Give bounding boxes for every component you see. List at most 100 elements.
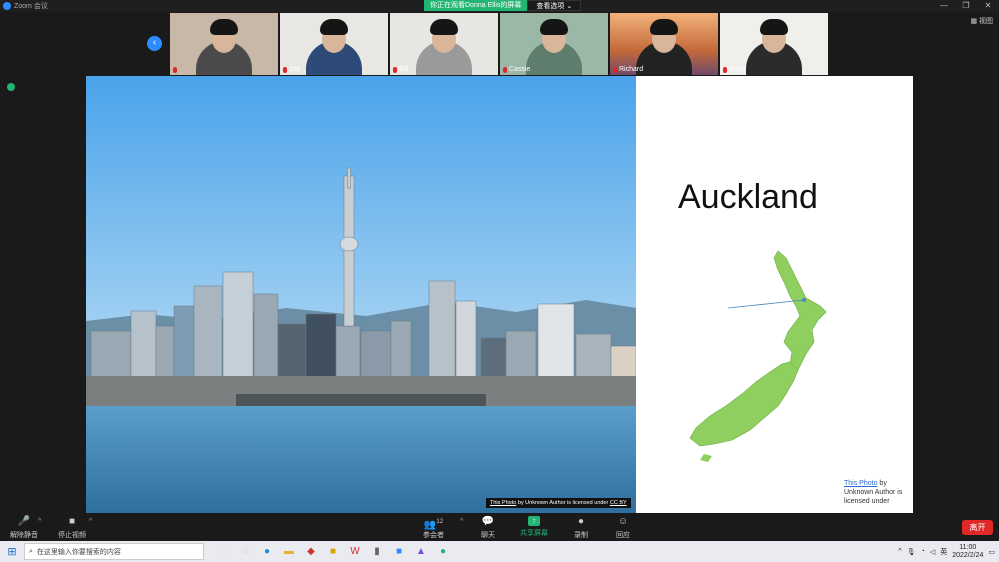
- share-screen-button[interactable]: ↑ 共享屏幕: [520, 516, 548, 538]
- view-button[interactable]: ▦ 视图: [970, 16, 993, 26]
- cortana-icon[interactable]: ○: [212, 543, 234, 560]
- audio-options-caret-icon[interactable]: ^: [38, 518, 41, 525]
- windows-taskbar: ⊞ ⌕ 在这里输入你要搜索的内容 ○ ⧉ ● ▬ ◆ ■ W ▮ ■ ▲ ● ^…: [0, 541, 999, 562]
- participant-tile[interactable]: [170, 13, 278, 75]
- chat-button[interactable]: 💬 聊天: [481, 516, 495, 540]
- unmute-label: 解除静音: [10, 532, 38, 539]
- zoom-app-icon[interactable]: ■: [388, 543, 410, 560]
- participant-tile[interactable]: Joe: [280, 13, 388, 75]
- system-tray: ^ 🎙 ◔ ◁ 英 11:00 2022/2/24 ▭: [898, 541, 995, 562]
- south-island: [689, 361, 799, 447]
- participant-hair: [320, 19, 348, 35]
- sea: [86, 406, 636, 513]
- auckland-pointer: [727, 299, 805, 309]
- task-view-icon[interactable]: ⧉: [234, 543, 256, 560]
- wechat-icon[interactable]: ●: [432, 543, 454, 560]
- participants-label: 参会者: [423, 532, 444, 539]
- sticky-notes-icon[interactable]: ■: [322, 543, 344, 560]
- north-island: [773, 250, 827, 375]
- stop-video-label: 停止视频: [58, 532, 86, 539]
- muted-mic-icon: [393, 66, 397, 73]
- video-camera-icon: ■: [68, 516, 76, 527]
- network-icon[interactable]: ◔: [921, 548, 925, 555]
- participant-hair: [430, 19, 458, 35]
- map-credit: This Photo by Unknown Author is licensed…: [844, 479, 904, 506]
- edge-browser-icon[interactable]: ●: [256, 543, 278, 560]
- volume-icon[interactable]: ◁: [930, 548, 935, 556]
- reactions-button[interactable]: ☺ 回应: [616, 516, 630, 540]
- photo-credit-text: by Unknown Author is licensed under: [516, 500, 610, 506]
- wps-office-icon[interactable]: W: [344, 543, 366, 560]
- taskbar-clock[interactable]: 11:00 2022/2/24: [952, 544, 983, 560]
- muted-microphone-icon: 🎤: [17, 516, 31, 527]
- input-method-indicator[interactable]: 英: [940, 547, 947, 557]
- microphone-app-icon[interactable]: ▮: [366, 543, 388, 560]
- new-zealand-map: [689, 250, 827, 462]
- port: [236, 394, 486, 406]
- record-label: 录制: [574, 532, 588, 539]
- participant-hair: [210, 19, 238, 35]
- maximize-button[interactable]: ❐: [955, 0, 977, 12]
- viewing-screen-label: 你正在观看Donna Ellis的屏幕: [424, 0, 528, 11]
- minimize-button[interactable]: —: [933, 0, 955, 12]
- participants-button[interactable]: 👥12 参会者: [423, 516, 444, 540]
- security-shield-icon[interactable]: [7, 83, 15, 91]
- participant-name: Richard: [613, 66, 643, 73]
- tray-expand-icon[interactable]: ^: [898, 548, 901, 555]
- participant-tile[interactable]: Barry: [720, 13, 828, 75]
- taskbar-search-box[interactable]: ⌕ 在这里输入你要搜索的内容: [24, 543, 204, 560]
- zoom-logo-icon: [3, 2, 11, 10]
- windows-start-icon[interactable]: ⊞: [0, 545, 24, 558]
- participant-name: Joe: [283, 66, 300, 73]
- photo-credit-link[interactable]: This Photo: [490, 500, 516, 506]
- window-title: Zoom 会议: [14, 3, 48, 10]
- unmute-button[interactable]: 🎤 解除静音: [10, 516, 38, 540]
- search-placeholder: 在这里输入你要搜索的内容: [36, 548, 121, 556]
- participant-hair: [650, 19, 678, 35]
- view-options-button[interactable]: 查看选项 ⌄: [527, 0, 582, 11]
- record-icon: ●: [577, 516, 585, 527]
- participant-name: Cassie: [503, 66, 530, 73]
- participant-count: 12: [436, 519, 444, 525]
- participant-tile[interactable]: Bill: [390, 13, 498, 75]
- clock-date: 2022/2/24: [952, 551, 984, 559]
- app-icon[interactable]: ▲: [410, 543, 432, 560]
- window-controls: — ❐ ✕: [933, 0, 999, 12]
- stewart-island: [700, 454, 712, 462]
- muted-mic-icon: [283, 66, 287, 73]
- microphone-icon[interactable]: 🎙: [907, 548, 916, 556]
- participant-name: Barry: [723, 66, 746, 73]
- photo-credit: This Photo by Unknown Author is licensed…: [486, 498, 631, 508]
- stop-video-button[interactable]: ■ 停止视频: [58, 516, 86, 540]
- participants-options-caret-icon[interactable]: ^: [460, 518, 463, 525]
- participant-name: Bill: [393, 66, 408, 73]
- muted-mic-icon: [173, 67, 177, 73]
- video-options-caret-icon[interactable]: ^: [89, 518, 92, 525]
- reactions-label: 回应: [616, 532, 630, 539]
- participant-tile[interactable]: Cassie: [500, 13, 608, 75]
- muted-mic-icon: [503, 66, 507, 73]
- license-link[interactable]: CC BY: [610, 500, 627, 506]
- muted-mic-icon: [613, 66, 617, 73]
- meeting-toolbar: 🎤 解除静音 ^ ■ 停止视频 ^ 👥12 参会者 ^ 💬 聊天 ↑ 共享屏幕 …: [0, 513, 999, 541]
- participant-hair: [760, 19, 788, 35]
- chat-label: 聊天: [481, 532, 495, 539]
- reactions-icon: ☺: [617, 516, 629, 527]
- clock-time: 11:00: [959, 543, 977, 551]
- file-explorer-icon[interactable]: ▬: [278, 543, 300, 560]
- record-button[interactable]: ● 录制: [574, 516, 588, 540]
- participant-hair: [540, 19, 568, 35]
- participant-tile[interactable]: Richard: [610, 13, 718, 75]
- participant-name: [173, 67, 179, 73]
- app-icon[interactable]: ◆: [300, 543, 322, 560]
- slide-title: Auckland: [678, 178, 818, 216]
- participants-icon: 👥12: [423, 519, 444, 531]
- screen-share-banner: 你正在观看Donna Ellis的屏幕 查看选项 ⌄: [424, 0, 582, 11]
- notifications-icon[interactable]: ▭: [988, 548, 995, 556]
- participant-strip: Joe Bill Cassie Richard Barry: [170, 13, 828, 75]
- leave-button[interactable]: 离开: [962, 520, 993, 535]
- map-credit-link[interactable]: This Photo: [844, 480, 877, 487]
- auckland-marker: [802, 298, 806, 302]
- strip-prev-arrow-icon[interactable]: ‹: [147, 36, 162, 51]
- close-button[interactable]: ✕: [977, 0, 999, 12]
